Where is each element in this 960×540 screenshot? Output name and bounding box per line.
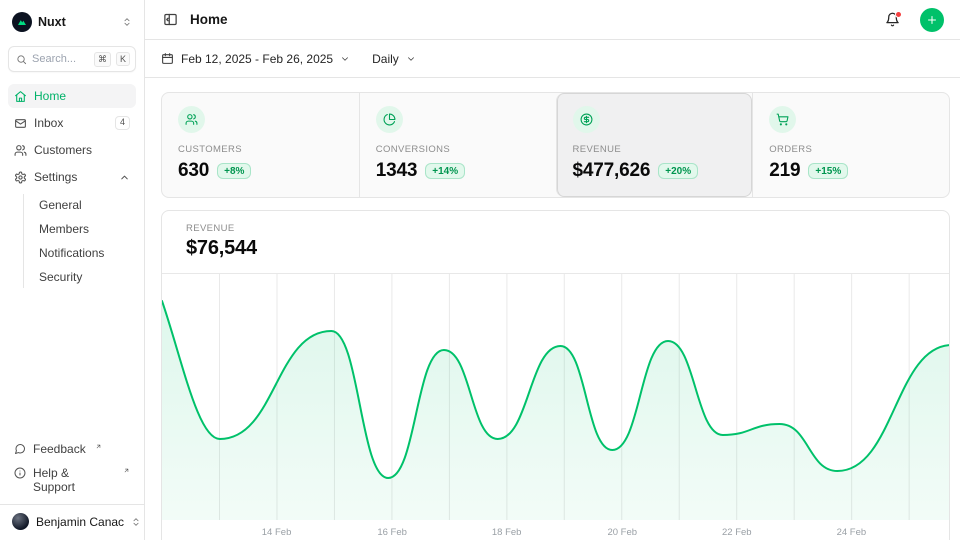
team-switcher[interactable]: Nuxt — [8, 8, 136, 36]
chart-title: REVENUE — [186, 223, 925, 234]
kbd-k: K — [116, 52, 130, 66]
sidebar-item-label: Inbox — [34, 116, 108, 130]
x-axis-tick-label: 22 Feb — [722, 527, 752, 538]
stat-card-orders[interactable]: ORDERS 219 +15% — [752, 93, 949, 197]
stat-card-conversions[interactable]: CONVERSIONS 1343 +14% — [359, 93, 556, 197]
help-support-label: Help & Support — [33, 466, 114, 494]
nuxt-logo-icon — [12, 12, 32, 32]
stat-delta-badge: +20% — [658, 163, 698, 179]
cart-icon — [769, 106, 796, 133]
chart-current-value: $76,544 — [186, 237, 925, 260]
stats-row: CUSTOMERS 630 +8% CONVERSIONS 1343 +14% — [161, 92, 950, 198]
sidebar-item-label: Home — [34, 89, 130, 103]
page-title: Home — [190, 12, 873, 27]
chart-plot[interactable] — [162, 274, 949, 520]
sidebar-item-customers[interactable]: Customers — [8, 138, 136, 162]
external-link-icon — [123, 467, 130, 474]
circle-dollar-icon — [573, 106, 600, 133]
notifications-button[interactable] — [883, 10, 902, 29]
stat-value: $477,626 — [573, 160, 651, 182]
feedback-label: Feedback — [33, 442, 86, 456]
notification-dot — [895, 11, 902, 18]
kbd-meta: ⌘ — [94, 52, 111, 67]
stat-value: 630 — [178, 160, 209, 182]
inbox-count-badge: 4 — [115, 116, 130, 130]
calendar-icon — [161, 52, 174, 65]
stat-label: REVENUE — [573, 144, 737, 155]
add-button[interactable] — [920, 8, 944, 32]
date-range-picker[interactable]: Feb 12, 2025 - Feb 26, 2025 — [161, 52, 350, 66]
sidebar-collapse-button[interactable] — [161, 10, 180, 29]
revenue-area-chart[interactable] — [162, 274, 949, 520]
sidebar: Nuxt Search... ⌘ K Home Inbox 4 Cust — [0, 0, 145, 540]
revenue-chart-card: REVENUE $76,544 — [161, 210, 950, 540]
chevron-updown-icon — [122, 17, 132, 27]
stat-value: 1343 — [376, 160, 418, 182]
sidebar-item-inbox[interactable]: Inbox 4 — [8, 111, 136, 135]
x-axis-tick-label: 16 Feb — [377, 527, 407, 538]
chart-header: REVENUE $76,544 — [162, 211, 949, 274]
home-icon — [14, 90, 27, 103]
external-link-icon — [95, 443, 102, 450]
chevron-updown-icon — [131, 517, 141, 527]
users-icon — [178, 106, 205, 133]
x-axis-tick-label: 14 Feb — [262, 527, 292, 538]
x-axis-tick-label: 18 Feb — [492, 527, 522, 538]
user-name: Benjamin Canac — [36, 515, 124, 529]
stat-delta-badge: +8% — [217, 163, 251, 179]
user-avatar — [12, 513, 29, 530]
stat-value: 219 — [769, 160, 800, 182]
feedback-link[interactable]: Feedback — [8, 438, 136, 460]
chevron-down-icon — [340, 54, 350, 64]
sidebar-subitem-general[interactable]: General — [24, 194, 136, 216]
plus-icon — [926, 14, 938, 26]
gear-icon — [14, 171, 27, 184]
stat-label: CONVERSIONS — [376, 144, 540, 155]
chart-area — [162, 301, 949, 520]
chevron-up-icon — [119, 172, 130, 183]
stat-label: CUSTOMERS — [178, 144, 343, 155]
search-placeholder: Search... — [32, 53, 89, 65]
sidebar-item-home[interactable]: Home — [8, 84, 136, 108]
info-circle-icon — [14, 467, 26, 479]
stat-label: ORDERS — [769, 144, 933, 155]
sidebar-footer: Feedback Help & Support — [8, 438, 136, 504]
dashboard-content: CUSTOMERS 630 +8% CONVERSIONS 1343 +14% — [145, 78, 960, 540]
x-axis-tick-label: 20 Feb — [607, 527, 637, 538]
search-icon — [16, 54, 27, 65]
page-header: Home — [145, 0, 960, 40]
settings-subnav: GeneralMembersNotificationsSecurity — [23, 194, 136, 288]
period-select[interactable]: Daily — [372, 52, 416, 66]
app-window: Nuxt Search... ⌘ K Home Inbox 4 Cust — [0, 0, 960, 540]
sidebar-subitem-members[interactable]: Members — [24, 218, 136, 240]
user-menu[interactable]: Benjamin Canac — [0, 504, 144, 532]
help-support-link[interactable]: Help & Support — [8, 462, 136, 498]
filters-toolbar: Feb 12, 2025 - Feb 26, 2025 Daily — [145, 40, 960, 78]
sidebar-nav: Home Inbox 4 Customers Settings GeneralM… — [8, 84, 136, 288]
users-icon — [14, 144, 27, 157]
panel-collapse-icon — [163, 12, 178, 27]
stat-card-customers[interactable]: CUSTOMERS 630 +8% — [162, 93, 359, 197]
message-circle-icon — [14, 443, 26, 455]
sidebar-subitem-security[interactable]: Security — [24, 266, 136, 288]
date-range-label: Feb 12, 2025 - Feb 26, 2025 — [181, 52, 333, 66]
chart-x-axis-labels: 14 Feb 16 Feb 18 Feb 20 Feb 22 Feb 24 Feb — [162, 520, 949, 540]
main-area: Home Feb 12, 2025 - Feb 26, 2025 Daily — [145, 0, 960, 540]
period-label: Daily — [372, 52, 399, 66]
stat-delta-badge: +14% — [425, 163, 465, 179]
sidebar-item-label: Settings — [34, 170, 112, 184]
team-name: Nuxt — [38, 15, 116, 29]
stat-delta-badge: +15% — [808, 163, 848, 179]
search-input[interactable]: Search... ⌘ K — [8, 46, 136, 72]
inbox-icon — [14, 117, 27, 130]
sidebar-item-label: Customers — [34, 143, 130, 157]
chevron-down-icon — [406, 54, 416, 64]
sidebar-subitem-notifications[interactable]: Notifications — [24, 242, 136, 264]
x-axis-tick-label: 24 Feb — [837, 527, 867, 538]
chart-pie-icon — [376, 106, 403, 133]
stat-card-revenue[interactable]: REVENUE $477,626 +20% — [556, 93, 753, 197]
sidebar-item-settings[interactable]: Settings — [8, 165, 136, 189]
